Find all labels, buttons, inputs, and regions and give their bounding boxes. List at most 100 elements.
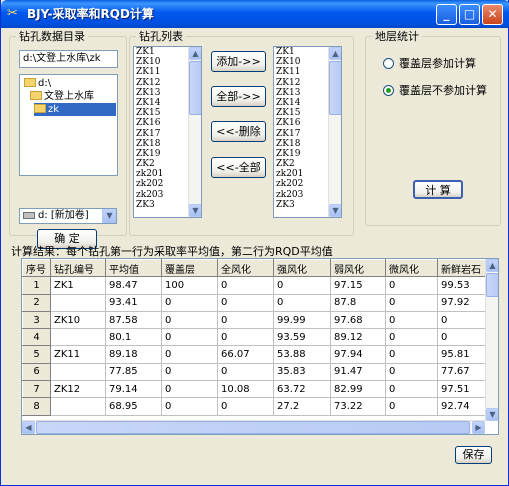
table-row[interactable]: 3 ZK10 87.58 0 0 99.99 97.68 0 0	[22, 310, 490, 330]
table-row[interactable]: 1 ZK1 98.47 100 0 0 97.15 0 99.53	[22, 276, 490, 295]
table-cell: 80.1	[105, 328, 162, 347]
table-cell: 99.53	[437, 276, 490, 295]
table-cell: 0	[385, 362, 438, 382]
table-cell: 0	[273, 293, 331, 312]
scroll-thumb[interactable]	[486, 273, 498, 297]
save-button[interactable]: 保存	[455, 446, 492, 464]
selected-boreholes-list[interactable]: ZK1 ZK10 ZK11 ZK12 ZK13 ZK14 ZK15 ZK16 ZK17 ZK18 Z…	[273, 46, 342, 218]
close-button[interactable]: ✕	[482, 4, 503, 25]
radio-selected-icon[interactable]	[383, 85, 394, 96]
maximize-icon: □	[463, 7, 476, 21]
table-cell: 0	[161, 362, 218, 382]
column-header[interactable]: 弱风化	[330, 259, 386, 278]
column-header[interactable]: 新鲜岩石	[437, 259, 490, 278]
column-header[interactable]: 强风化	[273, 259, 331, 278]
table-cell: 95.81	[437, 345, 490, 364]
table-cell: 77.67	[437, 362, 490, 382]
table-cell: ZK10	[50, 310, 106, 330]
scroll-thumb[interactable]	[329, 61, 341, 115]
table-body: 1 ZK1 98.47 100 0 0 97.15 0 99.53 2 93.41 0 0 0 87.8 0 9…	[22, 276, 490, 416]
tree-node-project[interactable]: 文登上水库	[30, 90, 94, 103]
folder-open-icon	[24, 78, 36, 87]
table-row[interactable]: 4 80.1 0 0 93.59 89.12 0 0	[22, 328, 490, 347]
scroll-right-icon[interactable]: ▶	[472, 421, 485, 434]
scroll-up-icon[interactable]: ▲	[486, 259, 498, 272]
table-row[interactable]: 7 ZK12 79.14 0 10.08 63.72 82.99 0 97.51	[22, 380, 490, 399]
directory-tree[interactable]: d:\ 文登上水库 zk	[19, 74, 118, 176]
available-boreholes-list[interactable]: ZK1 ZK10 ZK11 ZK12 ZK13 ZK14 ZK15 ZK16 ZK17 ZK18 Z…	[133, 46, 202, 218]
table-cell: 100	[161, 276, 218, 295]
drive-select[interactable]: d: [新加卷] ▼	[19, 208, 117, 224]
table-cell: 87.58	[105, 310, 162, 330]
right-list-scrollbar[interactable]: ▲ ▼	[328, 47, 341, 217]
table-cell: 66.07	[217, 345, 274, 364]
table-cell: 89.18	[105, 345, 162, 364]
scroll-up-icon[interactable]: ▲	[329, 47, 341, 60]
chevron-down-icon[interactable]: ▼	[102, 209, 116, 223]
row-number-cell: 8	[22, 397, 51, 416]
table-cell	[50, 362, 106, 382]
tree-node-zk[interactable]: zk	[34, 103, 116, 116]
table-cell: 82.99	[330, 380, 386, 399]
column-header[interactable]: 全风化	[217, 259, 274, 278]
results-vscrollbar[interactable]: ▲ ▼	[485, 259, 498, 421]
main-window: ✂ BJY-采取率和RQD计算 _ □ ✕ 钻孔数据目录 d:\文登上水库\zk…	[0, 0, 509, 486]
table-row[interactable]: 8 68.95 0 0 27.2 73.22 0 92.74	[22, 397, 490, 416]
tree-node-root[interactable]: d:\	[24, 77, 51, 90]
table-cell: 92.74	[437, 397, 490, 416]
table-cell: 0	[437, 310, 490, 330]
scroll-down-icon[interactable]: ▼	[486, 408, 498, 421]
table-row[interactable]: 6 77.85 0 0 35.83 91.47 0 77.67	[22, 362, 490, 382]
table-cell: 0	[217, 276, 274, 295]
table-cell: 73.22	[330, 397, 386, 416]
drive-icon	[23, 212, 35, 219]
add-all-button[interactable]: 全部->>	[211, 86, 266, 107]
remove-all-button[interactable]: <<-全部	[211, 157, 266, 178]
row-number-cell: 6	[22, 362, 51, 382]
table-cell: 0	[273, 276, 331, 295]
row-number-cell: 3	[22, 310, 51, 330]
scroll-thumb[interactable]	[36, 421, 470, 434]
column-header[interactable]: 序号	[22, 259, 51, 278]
add-button[interactable]: 添加->>	[211, 51, 266, 72]
table-cell: 27.2	[273, 397, 331, 416]
table-row[interactable]: 5 ZK11 89.18 0 66.07 53.88 97.94 0 95.81	[22, 345, 490, 364]
window-title: BJY-采取率和RQD计算	[27, 7, 154, 21]
dir-path-display: d:\文登上水库\zk	[19, 50, 118, 68]
drive-select-value: d: [新加卷]	[38, 210, 89, 221]
table-cell: 0	[385, 276, 438, 295]
results-hscrollbar[interactable]: ◀ ▶	[22, 420, 485, 434]
row-number-cell: 2	[22, 293, 51, 312]
results-grid[interactable]: 序号 钻孔编号 平均值 覆盖层 全风化 强风化 弱风化 微风化 新鲜岩石 1 ZK1 98.47 10…	[21, 258, 499, 435]
remove-button[interactable]: <<-删除	[211, 121, 266, 142]
radio-unselected-icon[interactable]	[383, 58, 394, 69]
row-number-cell: 4	[22, 328, 51, 347]
column-header[interactable]: 钻孔编号	[50, 259, 106, 278]
column-header[interactable]: 微风化	[385, 259, 438, 278]
table-cell: 0	[385, 310, 438, 330]
table-cell: 0	[161, 345, 218, 364]
table-cell	[50, 397, 106, 416]
table-row[interactable]: 2 93.41 0 0 0 87.8 0 97.92	[22, 293, 490, 312]
table-cell: ZK1	[50, 276, 106, 295]
table-cell: 0	[385, 397, 438, 416]
table-cell: 68.95	[105, 397, 162, 416]
maximize-button[interactable]: □	[459, 4, 480, 25]
radio-dot-icon	[386, 88, 391, 93]
scroll-down-icon[interactable]: ▼	[189, 204, 201, 217]
results-label: 计算结果：每个钻孔第一行为采取率平均值，第二行为RQD平均值	[11, 245, 333, 258]
scroll-thumb[interactable]	[189, 61, 201, 115]
table-cell: 97.68	[330, 310, 386, 330]
calculate-button[interactable]: 计 算	[413, 180, 463, 199]
column-header[interactable]: 覆盖层	[161, 259, 218, 278]
minimize-icon: _	[443, 7, 450, 21]
left-list-scrollbar[interactable]: ▲ ▼	[188, 47, 201, 217]
strata-group-legend: 地层统计	[372, 30, 422, 43]
column-header[interactable]: 平均值	[105, 259, 162, 278]
scroll-left-icon[interactable]: ◀	[22, 421, 35, 434]
table-cell: ZK11	[50, 345, 106, 364]
minimize-button[interactable]: _	[436, 4, 457, 25]
scroll-up-icon[interactable]: ▲	[189, 47, 201, 60]
scroll-down-icon[interactable]: ▼	[329, 204, 341, 217]
title-bar[interactable]: ✂ BJY-采取率和RQD计算 _ □ ✕	[1, 0, 509, 28]
